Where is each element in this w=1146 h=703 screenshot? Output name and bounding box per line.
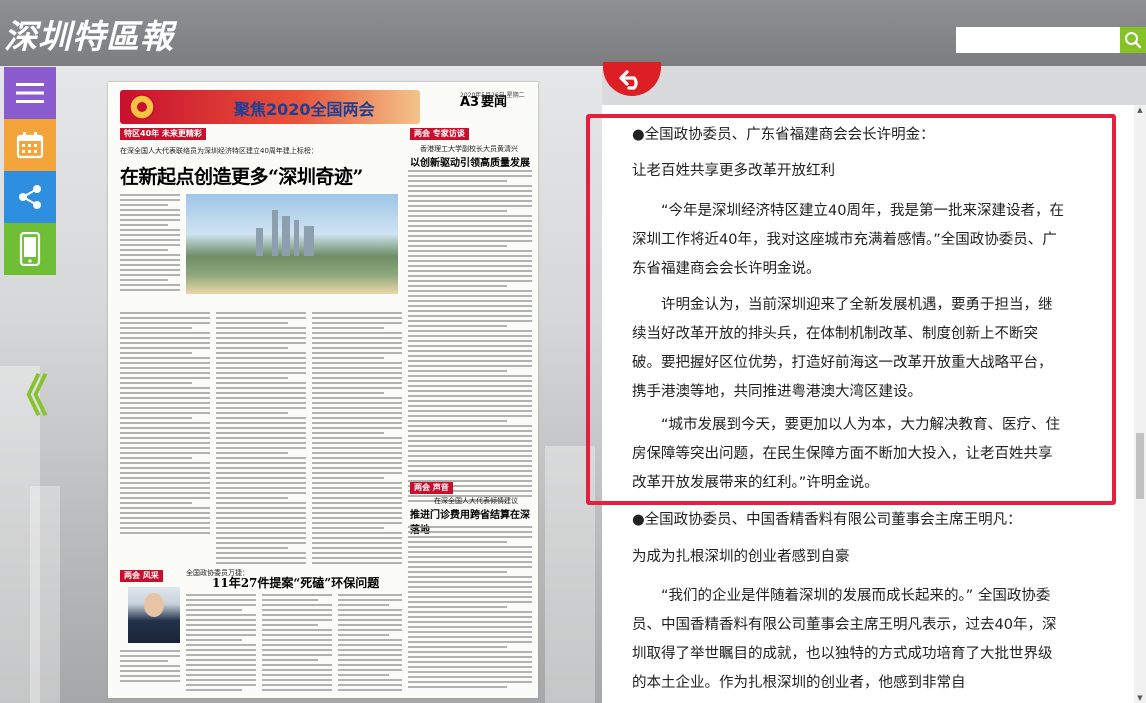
mobile-button[interactable] xyxy=(4,223,56,275)
newspaper-page[interactable]: 聚焦2020全国两会 2020年5月26日 星期二 A3 要闻 特区40年 未来… xyxy=(108,82,538,698)
scrollbar-thumb[interactable] xyxy=(1136,433,1144,499)
scroll-up-arrow[interactable]: ▲ xyxy=(1136,105,1144,115)
menu-icon xyxy=(16,83,44,103)
emblem-icon xyxy=(129,94,155,120)
menu-button[interactable] xyxy=(4,67,56,119)
text-column xyxy=(338,594,402,694)
portrait-photo xyxy=(128,587,180,643)
page-section: 要闻 xyxy=(481,95,508,110)
subhead: 在深全国人大代表联络员为深圳经济特区建立40周年建上标榜： xyxy=(120,147,318,155)
expert-tag: 两会 专家访谈 xyxy=(410,128,469,140)
article-paragraph: ●全国政协委员、中国香精香料有限公司董事会主席王明凡： xyxy=(632,512,1022,528)
top-header: 深圳特區報 xyxy=(0,0,1146,66)
text-column xyxy=(120,650,180,685)
page-banner-title: 聚焦2020全国两会 xyxy=(234,100,375,119)
text-column xyxy=(408,526,532,691)
page-meta: 2020年5月26日 星期二 A3 要闻 xyxy=(460,92,530,110)
bottom-headline: 11年27件提案“死磕”环保问题 xyxy=(212,576,380,590)
share-icon xyxy=(19,185,41,209)
phone-icon xyxy=(19,232,41,266)
text-column xyxy=(312,312,402,567)
city-photo xyxy=(186,194,398,294)
section-tag: 特区40年 未来更精彩 xyxy=(120,128,206,140)
text-column xyxy=(216,312,306,567)
scrollbar[interactable]: ▲ ▼ xyxy=(1134,105,1146,703)
search-input[interactable] xyxy=(956,27,1120,53)
article-subtitle: 为成为扎根深圳的创业者感到自豪 xyxy=(632,549,850,565)
voice-tag: 两会 声音 xyxy=(410,482,453,494)
calendar-button[interactable] xyxy=(4,119,56,171)
scroll-down-arrow[interactable]: ▼ xyxy=(1136,693,1144,703)
prev-page-arrow[interactable]: 《 xyxy=(4,360,48,424)
article-paragraph: “我们的企业是伴随着深圳的发展而成长起来的。” 全国政协委员、中国香精香料有限公… xyxy=(632,588,1057,691)
text-column xyxy=(120,312,210,537)
right-headline: 以创新驱动引领高质量发展 xyxy=(410,158,530,169)
right-subhead: 香港理工大学副校长大员黄清兴 xyxy=(420,145,518,153)
share-button[interactable] xyxy=(4,171,56,223)
return-arrow-icon xyxy=(619,70,638,90)
bottom-right-subhead: 在深全国人大代表倾情建议 xyxy=(434,497,518,505)
page-number: A3 xyxy=(460,95,480,110)
text-column xyxy=(186,594,256,694)
text-column xyxy=(408,170,532,505)
profile-tag: 两会 风采 xyxy=(120,570,163,582)
text-column xyxy=(262,594,332,694)
search-button[interactable] xyxy=(1120,27,1146,53)
highlight-frame xyxy=(586,114,1116,505)
page-headline: 在新起点创造更多“深圳奇迹” xyxy=(120,166,363,188)
site-logo[interactable]: 深圳特區報 xyxy=(4,10,174,58)
text-column xyxy=(120,194,180,294)
search-icon xyxy=(1125,32,1142,49)
back-button[interactable] xyxy=(603,62,661,96)
calendar-icon xyxy=(16,132,44,159)
